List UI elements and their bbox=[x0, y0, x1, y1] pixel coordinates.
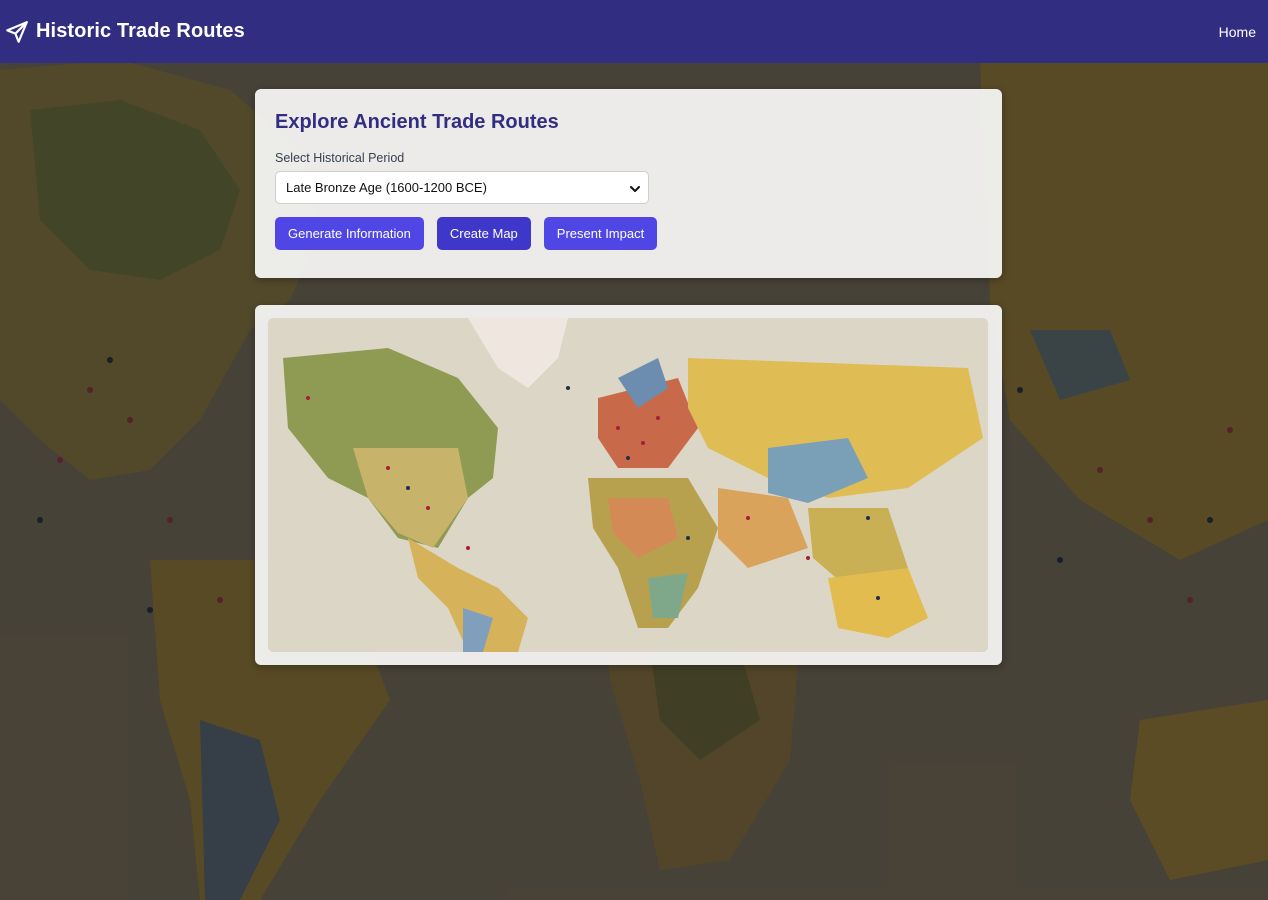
map-card bbox=[255, 305, 1002, 665]
controls-card: Explore Ancient Trade Routes Select Hist… bbox=[255, 89, 1002, 278]
period-select[interactable]: Late Bronze Age (1600-1200 BCE) bbox=[275, 171, 649, 204]
site-title: Historic Trade Routes bbox=[36, 20, 245, 42]
brand[interactable]: Historic Trade Routes bbox=[4, 19, 245, 45]
create-map-button[interactable]: Create Map bbox=[436, 217, 531, 250]
paper-plane-icon bbox=[4, 19, 30, 45]
generate-information-button[interactable]: Generate Information bbox=[275, 217, 424, 250]
period-select-value: Late Bronze Age (1600-1200 BCE) bbox=[286, 180, 487, 195]
top-navbar: Historic Trade Routes Home bbox=[0, 0, 1268, 63]
period-select-label: Select Historical Period bbox=[275, 151, 405, 165]
world-map-image bbox=[268, 318, 988, 652]
chevron-down-icon bbox=[629, 182, 641, 194]
section-heading: Explore Ancient Trade Routes bbox=[275, 111, 559, 133]
nav-home-link[interactable]: Home bbox=[1219, 24, 1256, 40]
present-impact-button[interactable]: Present Impact bbox=[543, 217, 658, 250]
action-buttons: Generate Information Create Map Present … bbox=[275, 217, 982, 250]
